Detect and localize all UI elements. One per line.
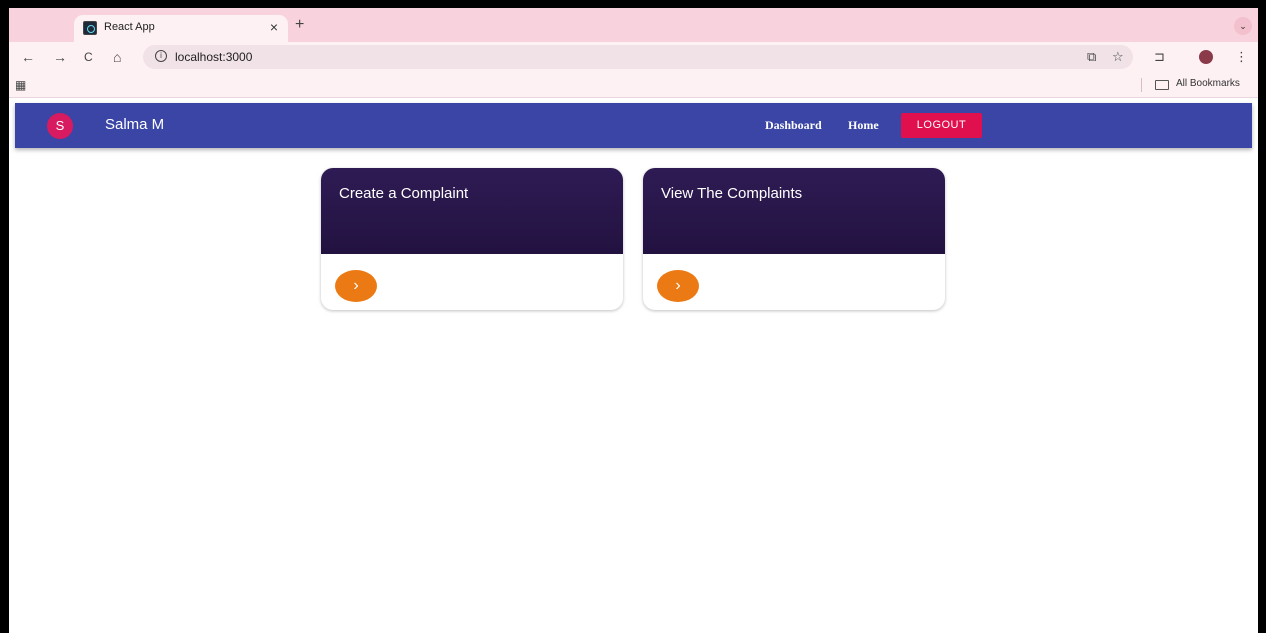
browser-tab[interactable]: React App × — [74, 15, 288, 42]
profile-avatar-icon[interactable] — [1199, 50, 1213, 64]
all-bookmarks-link[interactable]: All Bookmarks — [1176, 78, 1240, 89]
home-icon[interactable]: ⌂ — [113, 49, 121, 65]
create-complaint-card: Create a Complaint › — [321, 168, 623, 310]
new-tab-icon[interactable]: + — [295, 16, 304, 34]
logout-button[interactable]: LOGOUT — [901, 113, 982, 138]
browser-menu-icon[interactable]: ⋮ — [1235, 49, 1248, 65]
site-info-icon[interactable]: i — [155, 50, 167, 62]
react-favicon-icon — [83, 21, 97, 35]
address-bar[interactable]: i localhost:3000 ⧉ ☆ — [143, 45, 1133, 69]
user-avatar: S — [47, 113, 73, 139]
browser-window: React App × + ⌄ ← → C ⌂ i localhost:3000… — [9, 8, 1258, 633]
card-title: View The Complaints — [661, 185, 803, 202]
forward-icon[interactable]: → — [53, 49, 67, 65]
url-text: localhost:3000 — [175, 50, 253, 64]
nav-link-dashboard[interactable]: Dashboard — [765, 118, 822, 133]
screen-frame-top — [0, 0, 1266, 8]
card-header: View The Complaints — [643, 168, 945, 254]
tab-title: React App — [104, 21, 155, 33]
bookmark-star-icon[interactable]: ☆ — [1112, 49, 1124, 65]
close-tab-icon[interactable]: × — [270, 19, 278, 35]
cast-icon[interactable]: ⧉ — [1087, 49, 1096, 65]
tab-strip: React App × + ⌄ — [9, 8, 1258, 42]
bookmarks-divider — [1141, 78, 1142, 92]
apps-grid-icon[interactable]: ▦ — [15, 78, 26, 92]
reload-icon[interactable]: C — [84, 49, 93, 65]
screen-frame-right — [1258, 0, 1266, 633]
back-icon[interactable]: ← — [21, 49, 35, 65]
folder-icon — [1155, 80, 1169, 90]
card-title: Create a Complaint — [339, 185, 469, 202]
extensions-icon[interactable]: ⊐ — [1154, 49, 1165, 65]
chevron-right-icon[interactable]: › — [335, 270, 377, 302]
app-navbar: S Salma M Dashboard Home LOGOUT — [15, 103, 1252, 148]
browser-toolbar: ← → C ⌂ i localhost:3000 ⧉ ☆ ⊐ ⋮ — [9, 42, 1258, 72]
bookmarks-bar: ▦ All Bookmarks — [9, 72, 1258, 98]
chevron-right-icon[interactable]: › — [657, 270, 699, 302]
user-name: Salma M — [105, 116, 165, 133]
view-complaints-card: View The Complaints › — [643, 168, 945, 310]
card-header: Create a Complaint — [321, 168, 623, 254]
nav-link-home[interactable]: Home — [848, 118, 879, 133]
screen-frame-left — [0, 0, 9, 633]
tab-search-icon[interactable]: ⌄ — [1234, 17, 1252, 35]
